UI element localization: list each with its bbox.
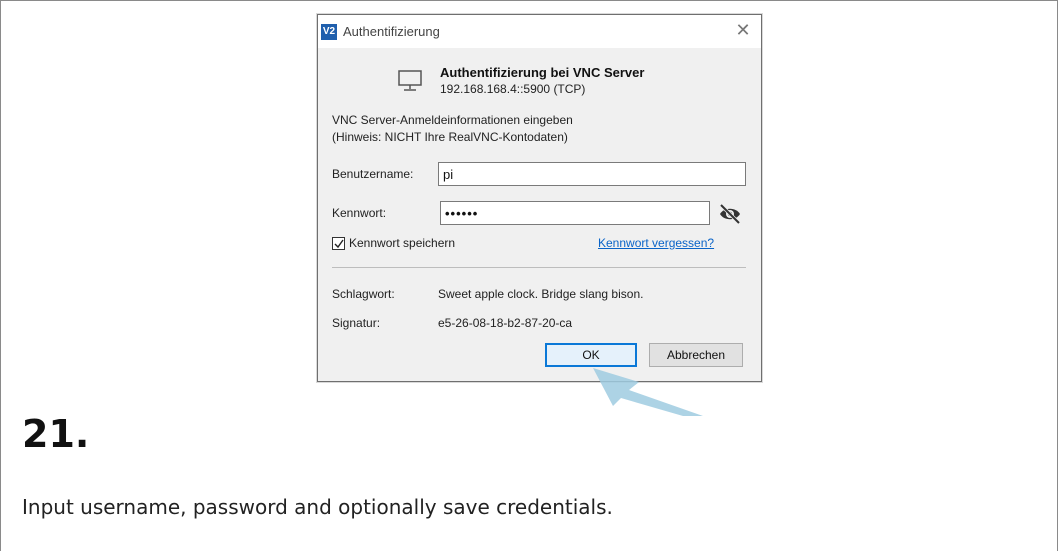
title-bar: V2 Authentifizierung ✕ (318, 15, 761, 48)
ok-button[interactable]: OK (545, 343, 637, 367)
divider (332, 267, 746, 268)
remember-password-checkbox[interactable] (332, 237, 345, 250)
cancel-button[interactable]: Abbrechen (649, 343, 743, 367)
password-input[interactable] (440, 201, 710, 225)
catchphrase-label: Schlagwort: (332, 287, 395, 301)
dialog-heading: Authentifizierung bei VNC Server (440, 65, 645, 80)
signature-label: Signatur: (332, 316, 381, 330)
credentials-note: (Hinweis: NICHT Ihre RealVNC-Kontodaten) (332, 130, 568, 144)
eye-slash-icon[interactable] (718, 203, 742, 225)
dialog-content: Authentifizierung bei VNC Server 192.168… (318, 48, 761, 416)
vnc-logo-icon: V2 (321, 24, 337, 40)
pointer-arrow-icon (593, 368, 703, 416)
catchphrase-value: Sweet apple clock. Bridge slang bison. (438, 287, 644, 301)
signature-value: e5-26-08-18-b2-87-20-ca (438, 316, 573, 330)
password-label: Kennwort: (332, 206, 387, 220)
close-icon[interactable]: ✕ (733, 21, 753, 39)
username-input[interactable] (438, 162, 746, 186)
step-number: 21. (22, 412, 90, 456)
window-title: Authentifizierung (343, 24, 440, 39)
checkmark-icon (334, 239, 344, 249)
step-description: Input username, password and optionally … (22, 495, 613, 519)
forgot-password-link[interactable]: Kennwort vergessen? (598, 236, 714, 250)
remember-password-label[interactable]: Kennwort speichern (349, 236, 455, 250)
authentication-dialog: V2 Authentifizierung ✕ Authentifizierung… (317, 14, 762, 416)
username-label: Benutzername: (332, 167, 414, 181)
credentials-hint: VNC Server-Anmeldeinformationen eingeben (332, 113, 573, 127)
monitor-icon (398, 70, 422, 91)
server-address: 192.168.168.4::5900 (TCP) (440, 82, 586, 96)
